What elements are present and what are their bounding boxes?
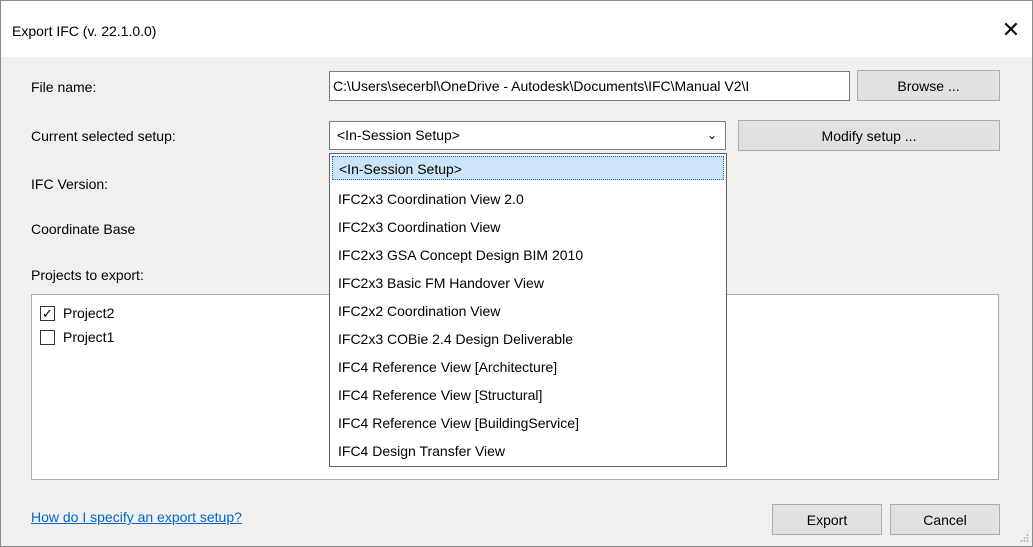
- help-link[interactable]: How do I specify an export setup?: [31, 509, 242, 525]
- project-label: Project2: [63, 305, 115, 321]
- export-ifc-dialog: Export IFC (v. 22.1.0.0) ✕ File name: C:…: [0, 0, 1033, 547]
- project-item[interactable]: Project1: [40, 327, 114, 347]
- dropdown-option[interactable]: IFC2x3 GSA Concept Design BIM 2010: [330, 241, 726, 269]
- checkbox-checked[interactable]: ✓: [40, 305, 55, 321]
- title-bar: Export IFC (v. 22.1.0.0) ✕: [1, 1, 1032, 57]
- dropdown-option[interactable]: IFC4 Reference View [Structural]: [330, 381, 726, 409]
- ifc-version-label: IFC Version:: [31, 176, 109, 192]
- file-name-input[interactable]: C:\Users\secerbl\OneDrive - Autodesk\Doc…: [329, 71, 850, 101]
- projects-to-export-label: Projects to export:: [31, 267, 144, 283]
- window-title: Export IFC (v. 22.1.0.0): [12, 23, 157, 39]
- checkbox-unchecked[interactable]: [40, 329, 55, 345]
- dropdown-option[interactable]: IFC4 Design Transfer View: [330, 437, 726, 465]
- project-item[interactable]: ✓ Project2: [40, 303, 114, 323]
- modify-setup-button[interactable]: Modify setup ...: [738, 120, 1000, 151]
- dropdown-option[interactable]: IFC2x2 Coordination View: [330, 297, 726, 325]
- dropdown-option[interactable]: IFC4 Reference View [Architecture]: [330, 353, 726, 381]
- dropdown-option[interactable]: IFC2x3 COBie 2.4 Design Deliverable: [330, 325, 726, 353]
- current-setup-label: Current selected setup:: [31, 128, 176, 144]
- resize-grip-icon[interactable]: [1019, 533, 1029, 543]
- dropdown-option[interactable]: IFC4 Reference View [BuildingService]: [330, 409, 726, 437]
- cancel-button[interactable]: Cancel: [890, 504, 1000, 535]
- close-icon[interactable]: ✕: [996, 15, 1026, 45]
- dropdown-option[interactable]: IFC2x3 Basic FM Handover View: [330, 269, 726, 297]
- setup-combobox-value: <In-Session Setup>: [337, 127, 460, 143]
- project-label: Project1: [63, 329, 115, 345]
- browse-button[interactable]: Browse ...: [857, 70, 1000, 101]
- dropdown-option[interactable]: <In-Session Setup>: [332, 156, 724, 180]
- coordinate-base-label: Coordinate Base: [31, 221, 136, 237]
- setup-combobox[interactable]: <In-Session Setup> ⌄: [329, 121, 726, 150]
- file-name-label: File name:: [31, 79, 97, 95]
- dropdown-option[interactable]: IFC2x3 Coordination View: [330, 213, 726, 241]
- dropdown-option[interactable]: IFC2x3 Coordination View 2.0: [330, 185, 726, 213]
- export-button[interactable]: Export: [772, 504, 882, 535]
- setup-dropdown-list[interactable]: <In-Session Setup> IFC2x3 Coordination V…: [329, 153, 727, 467]
- chevron-down-icon[interactable]: ⌄: [707, 122, 717, 149]
